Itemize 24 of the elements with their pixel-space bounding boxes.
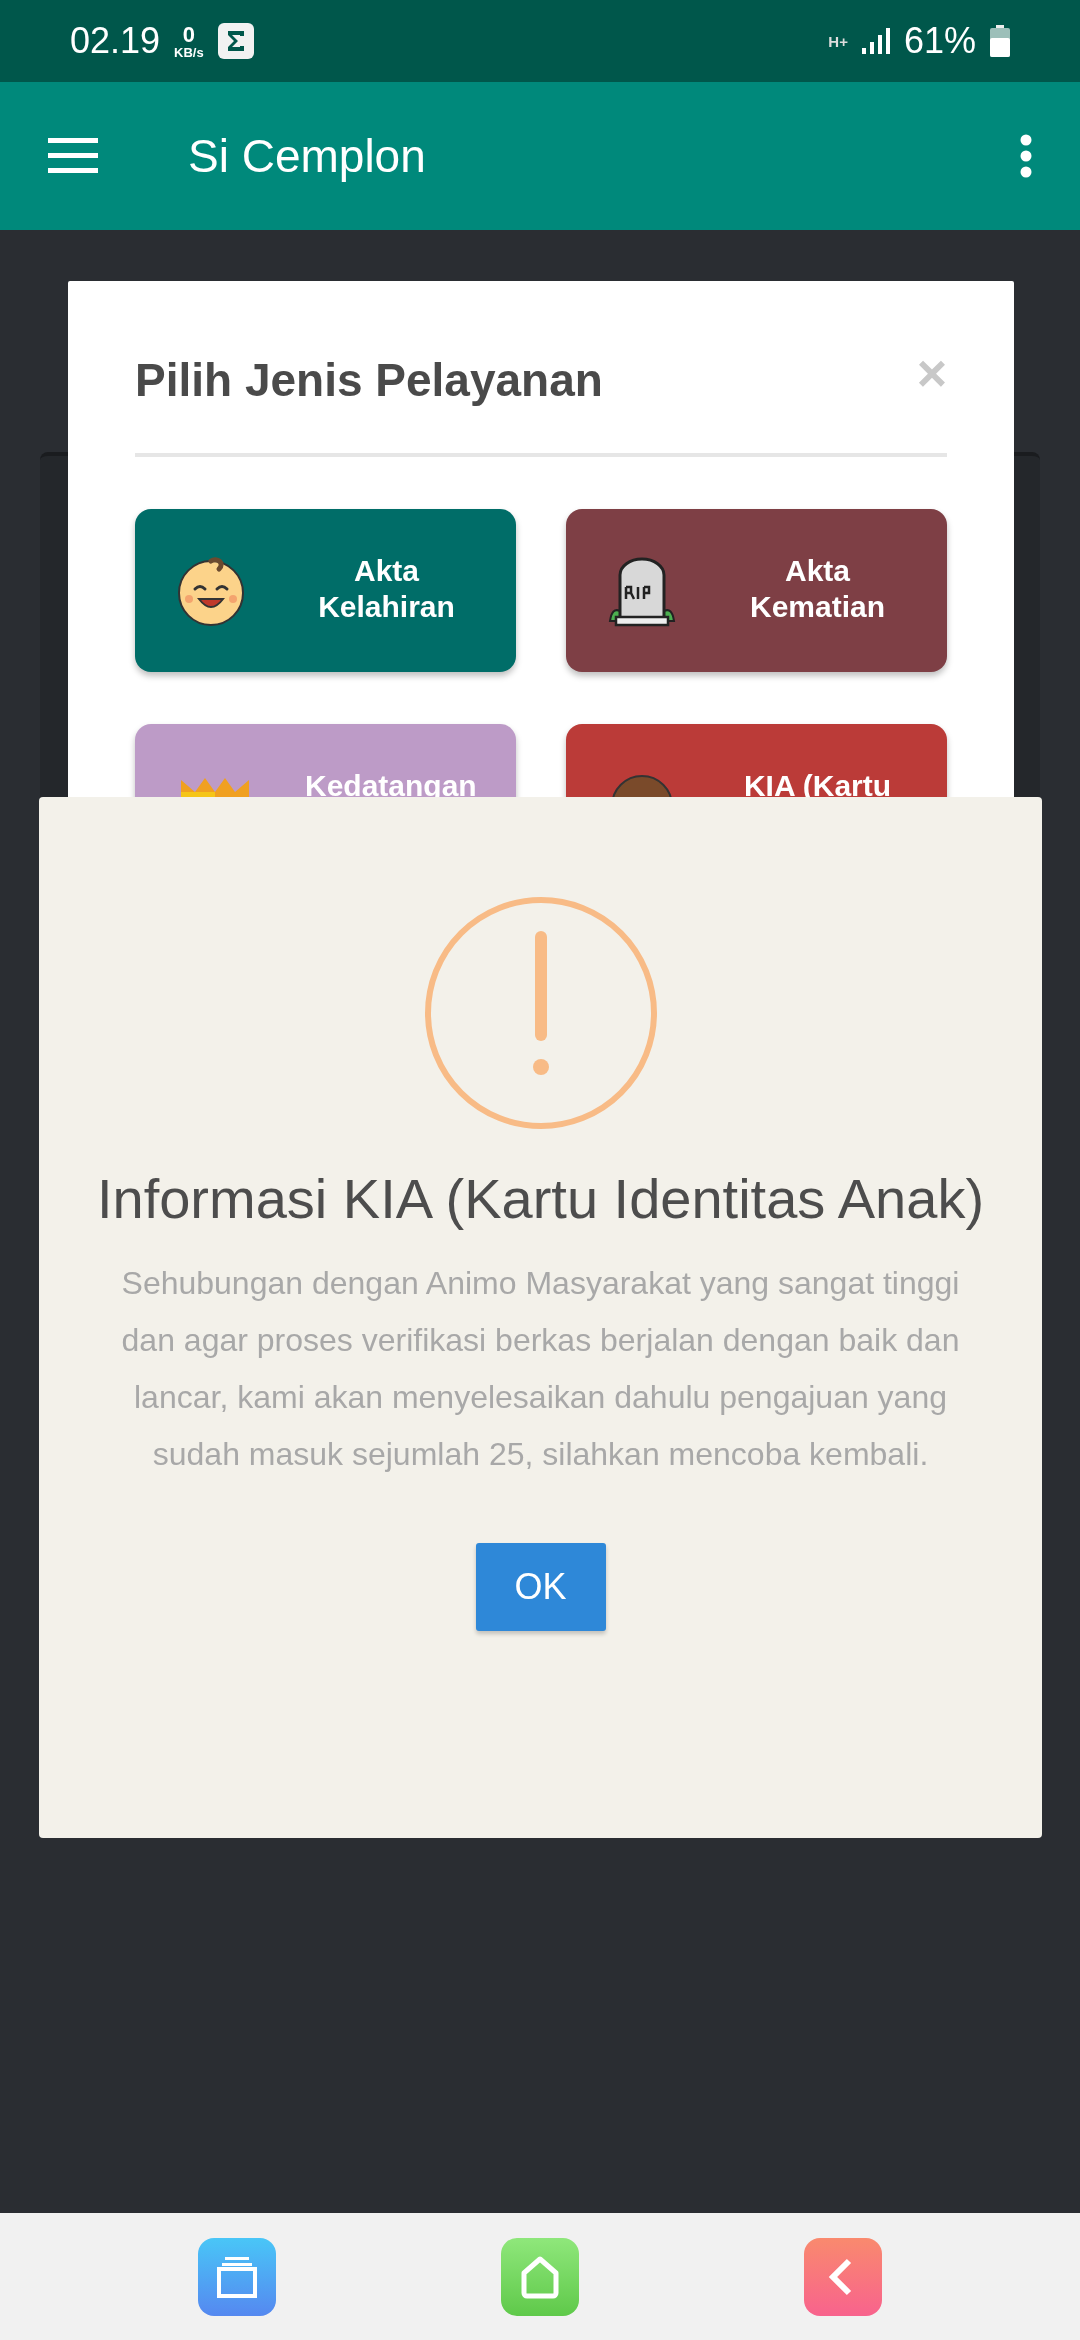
recent-apps-button[interactable] bbox=[198, 2237, 276, 2316]
ok-button[interactable]: OK bbox=[475, 1543, 606, 1631]
back-button[interactable] bbox=[804, 2237, 882, 2316]
signal-icon bbox=[861, 28, 890, 54]
menu-icon bbox=[48, 138, 98, 174]
alert-title: Informasi KIA (Kartu Identitas Anak) bbox=[96, 1166, 985, 1232]
more-icon bbox=[1020, 134, 1032, 178]
dialog-title: Pilih Jenis Pelayanan bbox=[135, 353, 603, 407]
app-title: Si Cemplon bbox=[188, 129, 427, 183]
network-type: H+ bbox=[828, 32, 848, 50]
clock: 02.19 bbox=[70, 20, 161, 62]
home-button[interactable] bbox=[501, 2237, 579, 2316]
app-notification-icon bbox=[217, 23, 254, 59]
service-tile[interactable]: Akta Kematian bbox=[566, 509, 947, 672]
menu-button[interactable] bbox=[48, 138, 98, 174]
service-tile[interactable]: Akta Kelahiran bbox=[135, 509, 516, 672]
battery-icon bbox=[990, 25, 1010, 57]
battery-level: 61% bbox=[903, 20, 976, 62]
baby-face-icon bbox=[175, 554, 247, 627]
alert-message: Sehubungan dengan Animo Masyarakat yang sangat tinggi dan agar proses verifikasi berkas berjalan dengan baik dan lancar, kami akan menyelesaikan dahulu pengajuan yang sudah masuk sejumlah 25, silahkan mencoba kembali. bbox=[120, 1264, 961, 1474]
exclamation-icon bbox=[422, 895, 659, 1131]
windows-stack-icon bbox=[215, 2254, 259, 2299]
more-options-button[interactable] bbox=[1020, 134, 1032, 178]
network-speed: 0 KB/s bbox=[174, 23, 204, 59]
